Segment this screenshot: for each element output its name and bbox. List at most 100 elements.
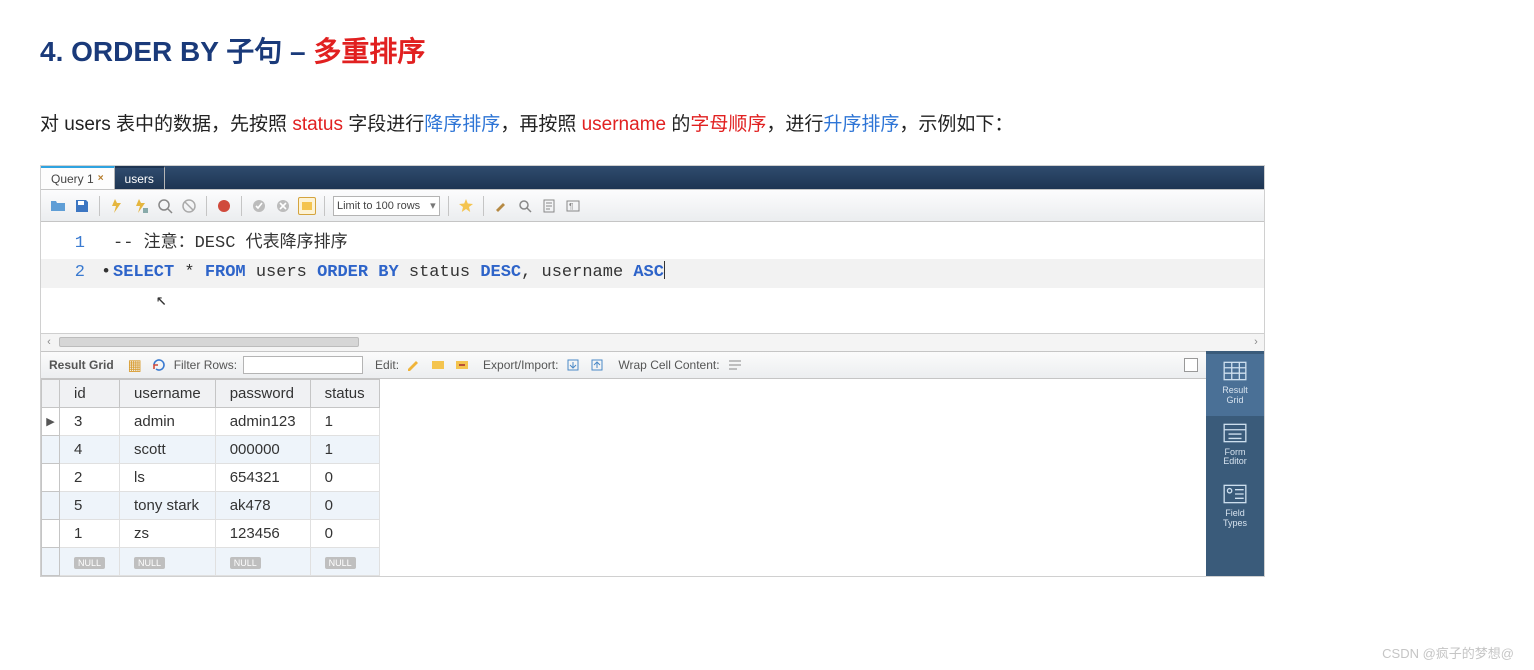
cell[interactable]: 1 (310, 435, 379, 463)
watermark-text: CSDN @疯子的梦想@ (1382, 643, 1514, 662)
cell-null[interactable]: NULL (60, 547, 120, 575)
row-selector[interactable] (42, 435, 60, 463)
export-icon[interactable] (564, 356, 582, 374)
autocommit-on-icon[interactable] (250, 197, 268, 215)
find-icon[interactable] (516, 197, 534, 215)
cell[interactable]: 1 (310, 407, 379, 435)
sql-keyword-from: FROM (205, 263, 246, 282)
tab-users[interactable]: users (115, 166, 165, 189)
cell[interactable]: 2 (60, 463, 120, 491)
cell[interactable]: tony stark (120, 491, 216, 519)
table-row-null[interactable]: NULL NULL NULL NULL (42, 547, 380, 575)
cell[interactable]: 654321 (215, 463, 310, 491)
row-selector[interactable]: ▶ (42, 407, 60, 435)
row-selector-header (42, 379, 60, 407)
separator (448, 196, 449, 216)
sql-editor[interactable]: 1 -- 注意：DESC 代表降序排序 2•SELECT * FROM user… (41, 222, 1264, 332)
cell[interactable]: 000000 (215, 435, 310, 463)
delete-row-icon[interactable] (453, 356, 471, 374)
sql-text: * (174, 263, 205, 282)
commit-icon[interactable] (215, 197, 233, 215)
table-row[interactable]: ▶ 3 admin admin123 1 (42, 407, 380, 435)
grid-view-icon[interactable]: ▦ (126, 356, 144, 374)
cell-null[interactable]: NULL (215, 547, 310, 575)
toggle-icon[interactable] (298, 197, 316, 215)
cell[interactable]: 0 (310, 519, 379, 547)
cell[interactable]: 1 (60, 519, 120, 547)
cell[interactable]: 0 (310, 491, 379, 519)
desc-alpha-order: 字母顺序 (690, 114, 766, 135)
beautify-icon[interactable] (457, 197, 475, 215)
snippet-icon[interactable] (540, 197, 558, 215)
cell[interactable]: admin123 (215, 407, 310, 435)
autocommit-off-icon[interactable] (274, 197, 292, 215)
scroll-thumb[interactable] (59, 337, 359, 347)
col-status[interactable]: status (310, 379, 379, 407)
cell[interactable]: zs (120, 519, 216, 547)
cell[interactable]: ak478 (215, 491, 310, 519)
sql-keyword-select: SELECT (113, 263, 174, 282)
editor-horizontal-scrollbar[interactable]: ‹ › (41, 333, 1264, 351)
wrap-cell-icon[interactable] (726, 356, 744, 374)
tab-query1[interactable]: Query 1 × (41, 166, 115, 189)
result-grid-label: Result Grid (49, 358, 114, 372)
row-limit-combo[interactable]: Limit to 100 rows (333, 196, 440, 216)
save-icon[interactable] (73, 197, 91, 215)
col-id[interactable]: id (60, 379, 120, 407)
row-selector[interactable] (42, 463, 60, 491)
stop-icon[interactable] (180, 197, 198, 215)
scroll-right-icon[interactable]: › (1248, 336, 1264, 348)
edit-row-icon[interactable] (405, 356, 423, 374)
table-row[interactable]: 1 zs 123456 0 (42, 519, 380, 547)
cell[interactable]: 3 (60, 407, 120, 435)
row-selector[interactable] (42, 491, 60, 519)
cell[interactable]: 5 (60, 491, 120, 519)
row-selector[interactable] (42, 547, 60, 575)
table-row[interactable]: 5 tony stark ak478 0 (42, 491, 380, 519)
heading-emphasis: 多重排序 (313, 36, 425, 67)
row-selector[interactable] (42, 519, 60, 547)
cell[interactable]: ls (120, 463, 216, 491)
side-field-types[interactable]: Field Types (1206, 477, 1264, 539)
cell[interactable]: 0 (310, 463, 379, 491)
import-icon[interactable] (588, 356, 606, 374)
cell[interactable]: 4 (60, 435, 120, 463)
side-form-editor[interactable]: Form Editor (1206, 416, 1264, 478)
row-limit-label: Limit to 100 rows (337, 200, 420, 212)
panel-toggle-icon[interactable] (1184, 358, 1198, 372)
brush-icon[interactable] (492, 197, 510, 215)
sql-text: users (246, 263, 317, 282)
editor-line-1: 1 -- 注意：DESC 代表降序排序 (41, 230, 1264, 259)
cell[interactable]: scott (120, 435, 216, 463)
table-row[interactable]: 4 scott 000000 1 (42, 435, 380, 463)
execute-icon[interactable] (108, 197, 126, 215)
table-row[interactable]: 2 ls 654321 0 (42, 463, 380, 491)
filter-rows-input[interactable] (243, 356, 363, 374)
null-badge: NULL (325, 557, 356, 569)
result-table: id username password status ▶ 3 admin ad… (41, 379, 380, 576)
col-password[interactable]: password (215, 379, 310, 407)
side-result-grid[interactable]: Result Grid (1206, 354, 1264, 416)
tab-label: users (125, 172, 154, 186)
desc-asc-sort: 升序排序 (823, 114, 899, 135)
cell-null[interactable]: NULL (120, 547, 216, 575)
refresh-icon[interactable] (150, 356, 168, 374)
open-file-icon[interactable] (49, 197, 67, 215)
explain-icon[interactable] (156, 197, 174, 215)
null-badge: NULL (134, 557, 165, 569)
close-icon[interactable]: × (98, 173, 104, 184)
results-main: Result Grid ▦ Filter Rows: Edit: Export/… (41, 351, 1206, 576)
execute-current-icon[interactable] (132, 197, 150, 215)
invisible-chars-icon[interactable]: ¶ (564, 197, 582, 215)
cell[interactable]: 123456 (215, 519, 310, 547)
col-username[interactable]: username (120, 379, 216, 407)
add-row-icon[interactable] (429, 356, 447, 374)
separator (483, 196, 484, 216)
cell[interactable]: admin (120, 407, 216, 435)
sql-keyword-desc: DESC (480, 263, 521, 282)
tab-label: Query 1 (51, 172, 94, 186)
sql-keyword-orderby: ORDER BY (317, 263, 399, 282)
cell-null[interactable]: NULL (310, 547, 379, 575)
scroll-left-icon[interactable]: ‹ (41, 336, 57, 348)
text-cursor (664, 261, 665, 279)
